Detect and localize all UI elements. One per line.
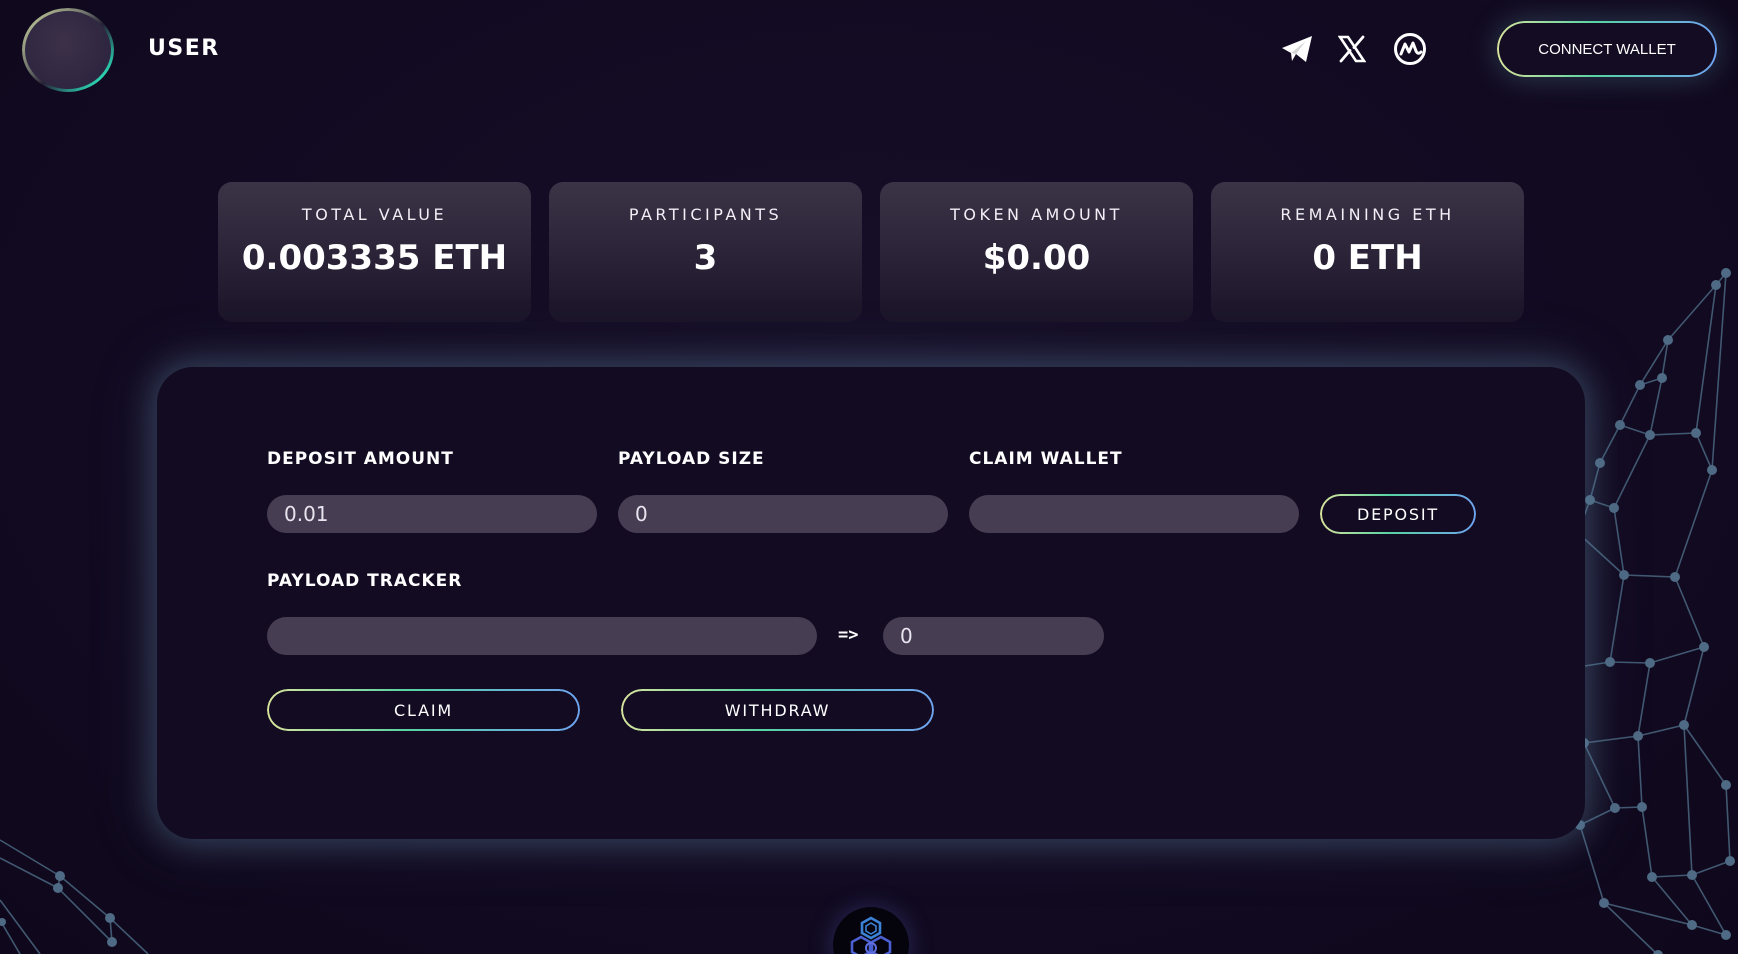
- withdraw-button[interactable]: WITHDRAW: [621, 689, 934, 731]
- network-node: [1687, 870, 1697, 880]
- deposit-button-label: DEPOSIT: [1357, 504, 1439, 524]
- payload-tracker-label: PAYLOAD TRACKER: [267, 571, 463, 591]
- network-node: [1645, 430, 1655, 440]
- x-icon[interactable]: [1334, 32, 1370, 66]
- arrow-separator: =>: [838, 625, 859, 645]
- network-node: [1633, 731, 1643, 741]
- stat-value: $0.00: [982, 238, 1091, 278]
- withdraw-button-label: WITHDRAW: [724, 700, 831, 720]
- network-node: [1687, 920, 1697, 930]
- app-root: USER CONNECT WALLET TOTAL VALUE 0.003335…: [0, 0, 1738, 954]
- claim-button-label: CLAIM: [394, 700, 453, 720]
- network-node: [1725, 856, 1735, 866]
- connect-wallet-button[interactable]: CONNECT WALLET: [1497, 21, 1717, 77]
- network-node: [1615, 420, 1625, 430]
- stat-label: TOTAL VALUE: [301, 205, 448, 224]
- network-node: [1599, 898, 1609, 908]
- connect-wallet-label: CONNECT WALLET: [1538, 40, 1676, 58]
- stat-value: 3: [693, 238, 718, 278]
- stat-label: PARTICIPANTS: [628, 205, 783, 224]
- network-node: [1721, 930, 1731, 940]
- network-node: [1619, 570, 1629, 580]
- deposit-button[interactable]: DEPOSIT: [1320, 494, 1476, 534]
- telegram-icon[interactable]: [1279, 32, 1315, 66]
- network-node: [1691, 428, 1701, 438]
- network-node: [1645, 658, 1655, 668]
- network-node: [1610, 803, 1620, 813]
- network-node: [1653, 950, 1663, 954]
- network-node: [1585, 495, 1595, 505]
- stat-card-token-amount: TOKEN AMOUNT $0.00: [880, 182, 1193, 322]
- avatar[interactable]: [24, 10, 112, 90]
- network-node: [1699, 642, 1709, 652]
- stat-label: REMAINING ETH: [1280, 205, 1455, 224]
- claim-wallet-label: CLAIM WALLET: [969, 449, 1123, 469]
- brand-title: USER: [148, 36, 220, 61]
- claim-wallet-input[interactable]: [969, 495, 1299, 533]
- stat-value: 0.003335 ETH: [241, 238, 508, 278]
- top-header: USER CONNECT WALLET: [0, 0, 1738, 100]
- network-node: [1707, 465, 1717, 475]
- payload-result-input[interactable]: [883, 617, 1104, 655]
- network-node: [1711, 280, 1721, 290]
- network-node: [1721, 268, 1731, 278]
- network-node: [1609, 503, 1619, 513]
- network-node: [1679, 720, 1689, 730]
- deposit-panel: DEPOSIT AMOUNT PAYLOAD SIZE CLAIM WALLET…: [157, 367, 1585, 839]
- network-node: [1637, 802, 1647, 812]
- deposit-amount-input[interactable]: [267, 495, 597, 533]
- coinmarketcap-icon[interactable]: [1392, 32, 1428, 66]
- network-node: [1663, 335, 1673, 345]
- network-node: [1605, 657, 1615, 667]
- claim-button[interactable]: CLAIM: [267, 689, 580, 731]
- payload-tracker-input[interactable]: [267, 617, 817, 655]
- network-node: [1657, 373, 1667, 383]
- payload-size-input[interactable]: [618, 495, 948, 533]
- payload-size-label: PAYLOAD SIZE: [618, 449, 765, 469]
- stat-label: TOKEN AMOUNT: [950, 205, 1123, 224]
- deposit-amount-label: DEPOSIT AMOUNT: [267, 449, 454, 469]
- network-corner-decoration: [0, 839, 149, 954]
- stat-card-remaining-eth: REMAINING ETH 0 ETH: [1211, 182, 1524, 322]
- network-node: [1721, 780, 1731, 790]
- stat-value: 0 ETH: [1312, 238, 1423, 278]
- network-node: [1595, 458, 1605, 468]
- stat-card-participants: PARTICIPANTS 3: [549, 182, 862, 322]
- network-node: [1647, 872, 1657, 882]
- stat-card-total-value: TOTAL VALUE 0.003335 ETH: [218, 182, 531, 322]
- network-node: [1670, 572, 1680, 582]
- network-node: [1635, 380, 1645, 390]
- hexagon-logo-icon: [833, 907, 909, 954]
